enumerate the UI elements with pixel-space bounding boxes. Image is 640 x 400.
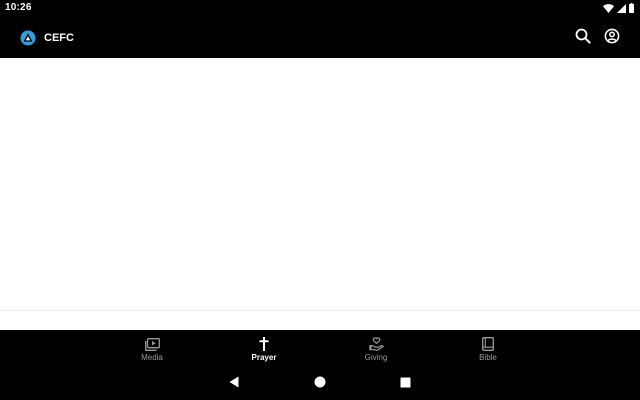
nav-label-media: Media xyxy=(141,353,163,362)
app-screen: 10:26 CEFC Media Prayer Giving Bible xyxy=(0,0,640,400)
home-button[interactable] xyxy=(313,375,327,393)
search-icon xyxy=(575,28,591,49)
bottom-navigation: Media Prayer Giving Bible xyxy=(0,330,640,370)
nav-item-giving[interactable]: Giving xyxy=(320,330,432,370)
battery-icon xyxy=(629,3,634,13)
nav-label-prayer: Prayer xyxy=(251,353,277,362)
account-button[interactable] xyxy=(602,28,622,48)
book-icon xyxy=(480,336,496,352)
video-library-icon xyxy=(144,336,160,352)
back-icon xyxy=(229,375,239,393)
cross-icon xyxy=(256,336,272,352)
recents-icon xyxy=(400,375,411,393)
app-bar: CEFC xyxy=(0,16,640,58)
app-title: CEFC xyxy=(44,32,74,44)
back-button[interactable] xyxy=(227,375,241,393)
home-icon xyxy=(314,375,326,393)
status-bar: 10:26 xyxy=(0,0,640,16)
nav-label-bible: Bible xyxy=(479,353,497,362)
recents-button[interactable] xyxy=(398,377,412,391)
cellular-signal-icon xyxy=(617,3,626,13)
account-circle-icon xyxy=(604,28,620,49)
cefc-logo-icon xyxy=(20,30,36,46)
content-divider xyxy=(0,310,640,311)
nav-item-bible[interactable]: Bible xyxy=(432,330,544,370)
status-icons xyxy=(603,2,634,14)
hand-heart-icon xyxy=(368,336,384,352)
nav-label-giving: Giving xyxy=(364,353,388,362)
wifi-icon xyxy=(603,3,614,13)
nav-item-prayer[interactable]: Prayer xyxy=(208,330,320,370)
system-navigation-bar xyxy=(0,370,640,400)
main-content xyxy=(0,58,640,330)
search-button[interactable] xyxy=(573,28,593,48)
status-time: 10:26 xyxy=(5,2,32,13)
nav-item-media[interactable]: Media xyxy=(96,330,208,370)
